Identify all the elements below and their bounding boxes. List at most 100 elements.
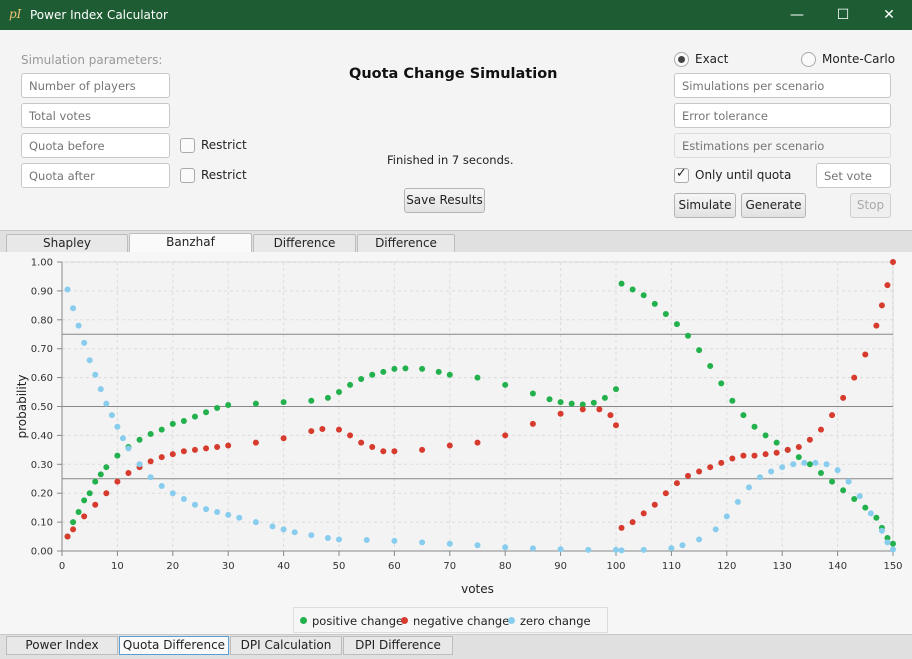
stop-button[interactable]: Stop	[850, 193, 891, 218]
minimize-button[interactable]: —	[774, 0, 820, 30]
data-point	[768, 468, 775, 475]
maximize-button[interactable]: ☐	[820, 0, 866, 30]
data-point	[640, 510, 647, 517]
data-point	[419, 539, 426, 546]
page-title: Quota Change Simulation	[349, 66, 558, 82]
data-point	[851, 495, 858, 502]
data-point	[308, 397, 315, 404]
tab-shapley-probabilities[interactable]: Shapley probabilities	[6, 234, 128, 267]
data-point	[618, 280, 625, 287]
x-tick-label: 100	[606, 561, 625, 572]
data-point	[729, 397, 736, 404]
data-point	[158, 482, 165, 489]
data-point	[773, 449, 780, 456]
data-point	[762, 432, 769, 439]
tab-dpi-calculation[interactable]: DPI Calculation	[230, 636, 342, 655]
data-point	[158, 426, 165, 433]
data-point	[81, 339, 88, 346]
data-point	[651, 300, 658, 307]
chart-area: 0 10 20 30 40 50 60 70 80 90 100 110 120 130 140 150 0.0…	[0, 252, 912, 634]
simulate-button[interactable]: Simulate	[674, 193, 736, 218]
quota-before-input[interactable]	[21, 133, 170, 158]
restrict-before-checkbox[interactable]	[180, 138, 195, 153]
tab-power-index[interactable]: Power Index	[6, 636, 118, 655]
tab-quota-difference[interactable]: Quota Difference	[119, 636, 229, 655]
data-point	[806, 436, 813, 443]
data-point	[64, 533, 71, 540]
data-point	[280, 399, 287, 406]
data-point	[336, 426, 342, 433]
data-point	[673, 480, 680, 487]
data-point	[601, 394, 608, 401]
data-point	[75, 508, 82, 515]
data-point	[108, 412, 115, 419]
data-point	[280, 526, 287, 533]
data-point	[579, 406, 586, 413]
x-tick-label: 70	[443, 561, 456, 572]
legend-item-positive: positive change	[300, 614, 403, 628]
data-point	[651, 501, 658, 508]
data-point	[319, 426, 326, 433]
data-point	[662, 490, 669, 497]
data-point	[546, 396, 553, 403]
tab-banzhaf-probabilities[interactable]: Banzhaf probabilities	[129, 233, 252, 266]
x-tick-label: 140	[828, 561, 847, 572]
data-point	[751, 452, 758, 459]
set-vote-input[interactable]	[816, 163, 891, 188]
data-point	[696, 347, 703, 354]
data-point	[851, 374, 858, 381]
data-point	[169, 490, 176, 497]
data-point	[862, 351, 869, 358]
x-tick-label: 60	[388, 561, 401, 572]
probability-chart: 0 10 20 30 40 50 60 70 80 90 100 110 120 130 140 150 0.0…	[15, 258, 903, 597]
data-point	[324, 394, 331, 401]
exact-radio[interactable]	[674, 52, 689, 67]
estimations-per-scenario-input[interactable]	[674, 133, 891, 158]
y-tick-label: 0.70	[31, 344, 53, 355]
generate-button[interactable]: Generate	[741, 193, 806, 218]
data-point	[446, 371, 453, 378]
data-point	[419, 446, 426, 453]
data-point	[640, 292, 647, 299]
data-point	[740, 452, 747, 459]
restrict-after-checkbox[interactable]	[180, 168, 195, 183]
x-tick-label: 0	[59, 561, 65, 572]
close-button[interactable]: ✕	[866, 0, 912, 30]
data-point	[640, 546, 647, 553]
total-votes-input[interactable]	[21, 103, 170, 128]
data-point	[336, 389, 342, 396]
tab-difference-stdev[interactable]: Difference stdev	[357, 234, 455, 267]
data-point	[252, 519, 259, 526]
data-point	[629, 519, 636, 526]
data-point	[884, 539, 891, 546]
data-point	[236, 514, 243, 521]
error-tolerance-input[interactable]	[674, 103, 891, 128]
number-of-players-input[interactable]	[21, 73, 170, 98]
data-point	[324, 534, 331, 541]
data-point	[829, 412, 836, 419]
data-point	[136, 436, 143, 443]
data-point	[474, 374, 481, 381]
data-point	[845, 478, 852, 485]
monte-carlo-radio[interactable]	[801, 52, 816, 67]
data-point	[817, 426, 824, 433]
data-point	[795, 443, 802, 450]
data-point	[446, 540, 453, 547]
save-results-button[interactable]: Save Results	[404, 188, 485, 213]
tab-difference-means[interactable]: Difference means	[253, 234, 356, 267]
x-tick-label: 90	[554, 561, 567, 572]
tab-dpi-difference[interactable]: DPI Difference	[343, 636, 453, 655]
y-tick-label: 0.30	[31, 460, 53, 471]
y-tick-label: 0.00	[31, 547, 53, 558]
data-point	[751, 423, 758, 430]
data-point	[840, 394, 847, 401]
checkmark-icon: ✓	[676, 166, 687, 181]
window-title: Power Index Calculator	[30, 8, 168, 22]
data-point	[873, 322, 880, 329]
only-until-quota-checkbox[interactable]: ✓	[674, 166, 689, 183]
data-point	[92, 371, 99, 378]
quota-after-input[interactable]	[21, 163, 170, 188]
data-point	[86, 357, 93, 364]
app-logo-icon: pI	[9, 7, 22, 21]
simulations-per-scenario-input[interactable]	[674, 73, 891, 98]
